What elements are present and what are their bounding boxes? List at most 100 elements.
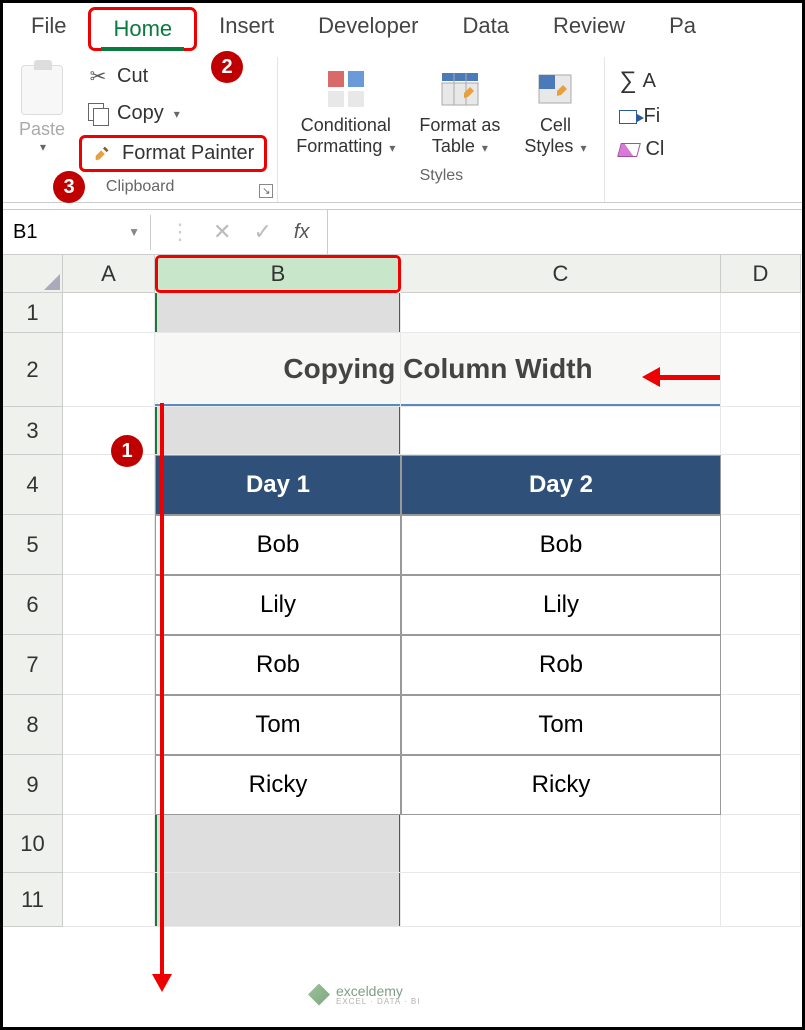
cell-styles-button[interactable]: Cell Styles ▾ [516,61,594,161]
cell[interactable] [721,515,801,575]
table-header[interactable]: Day 2 [401,455,721,515]
row-header[interactable]: 6 [3,575,63,635]
format-painter-button[interactable]: Format Painter [79,135,267,172]
cell[interactable] [63,815,155,873]
cell[interactable] [63,333,155,407]
cell[interactable] [721,755,801,815]
grid: Copying Column Width Day 1Day 2 BobBob L… [63,293,802,927]
fat-line1: Format as [419,115,500,136]
autosum-label: A [643,70,656,93]
row-header[interactable]: 10 [3,815,63,873]
table-cell[interactable]: Lily [155,575,401,635]
cell[interactable] [401,407,721,455]
cell-styles-icon [531,65,579,113]
fx-button[interactable]: fx [294,221,310,244]
table-header[interactable]: Day 1 [155,455,401,515]
table-cell[interactable]: Ricky [401,755,721,815]
clipboard-icon [21,65,63,115]
table-cell[interactable]: Rob [401,635,721,695]
cell[interactable] [63,755,155,815]
tab-developer[interactable]: Developer [296,7,440,51]
tab-insert[interactable]: Insert [197,7,296,51]
row-header[interactable]: 9 [3,755,63,815]
row-header[interactable]: 4 [3,455,63,515]
cell[interactable] [721,333,801,407]
table-cell[interactable]: Lily [401,575,721,635]
cell[interactable] [721,575,801,635]
conditional-formatting-button[interactable]: Conditional Formatting ▾ [288,61,403,161]
cell[interactable] [721,635,801,695]
col-header-c[interactable]: C [401,255,721,293]
enter-icon[interactable]: ✓ [253,219,271,245]
clipboard-dialog-launcher[interactable]: ↘ [259,184,273,198]
tab-review[interactable]: Review [531,7,647,51]
formula-input[interactable] [328,226,802,238]
group-styles: Conditional Formatting ▾ Format as Table… [278,57,605,202]
table-cell[interactable]: Bob [401,515,721,575]
cell[interactable] [63,515,155,575]
table-cell[interactable]: Bob [155,515,401,575]
col-header-d[interactable]: D [721,255,801,293]
cell[interactable] [721,695,801,755]
paste-button[interactable]: Paste ▾ [13,61,71,158]
cell[interactable] [155,293,401,333]
table-cell[interactable]: Tom [155,695,401,755]
watermark-sub: EXCEL · DATA · BI [336,997,420,1006]
cell[interactable] [155,407,401,455]
sheet-area: 1 2 3 4 5 6 7 8 9 10 11 A B C D Copying … [3,255,802,927]
row-header[interactable]: 5 [3,515,63,575]
chevron-down-icon: ▾ [40,140,46,154]
row-header[interactable]: 11 [3,873,63,927]
cell[interactable] [155,333,401,407]
eraser-icon [618,143,642,157]
cancel-icon[interactable]: ✕ [213,219,231,245]
format-as-table-button[interactable]: Format as Table ▾ [411,61,508,161]
clear-button[interactable]: Cl [619,138,664,161]
cell[interactable] [401,333,721,407]
select-all-corner[interactable] [3,255,63,293]
row-header[interactable]: 1 [3,293,63,333]
chevron-down-icon: ▾ [174,107,180,121]
row-header[interactable]: 3 [3,407,63,455]
copy-button[interactable]: Copy ▾ [79,98,267,129]
row-header[interactable]: 7 [3,635,63,695]
cell[interactable] [155,815,401,873]
table-cell[interactable]: Tom [401,695,721,755]
cell[interactable] [63,635,155,695]
autosum-button[interactable]: ∑A [619,67,664,95]
cell[interactable] [401,873,721,927]
col-header-a[interactable]: A [63,255,155,293]
cell[interactable] [721,815,801,873]
row-header[interactable]: 8 [3,695,63,755]
col-header-b[interactable]: B [155,255,401,293]
table-cell[interactable]: Rob [155,635,401,695]
tab-home[interactable]: Home [88,7,197,51]
cell[interactable] [155,873,401,927]
cell[interactable] [721,455,801,515]
cell[interactable] [63,575,155,635]
cell[interactable] [63,695,155,755]
cell[interactable] [401,815,721,873]
cell[interactable] [63,873,155,927]
tab-file[interactable]: File [9,7,88,51]
tab-data[interactable]: Data [440,7,530,51]
cell[interactable] [401,293,721,333]
name-box[interactable]: B1 ▼ [3,215,151,250]
cell[interactable] [721,293,801,333]
cell[interactable] [721,873,801,927]
table-cell[interactable]: Ricky [155,755,401,815]
styles-group-label: Styles [420,167,464,189]
row-header[interactable]: 2 [3,333,63,407]
fill-button[interactable]: Fi [619,105,664,128]
cell[interactable] [63,455,155,515]
watermark-icon [308,984,330,1006]
cell[interactable] [63,293,155,333]
chevron-down-icon: ▾ [482,141,488,155]
dots-icon: ⋮ [169,219,191,245]
annotation-arrow-down [160,403,164,978]
chevron-down-icon: ▼ [128,225,140,239]
copy-label: Copy [117,102,164,125]
tab-partial[interactable]: Pa [647,7,718,51]
cell[interactable] [721,407,801,455]
fat-line2: Table [432,136,475,156]
